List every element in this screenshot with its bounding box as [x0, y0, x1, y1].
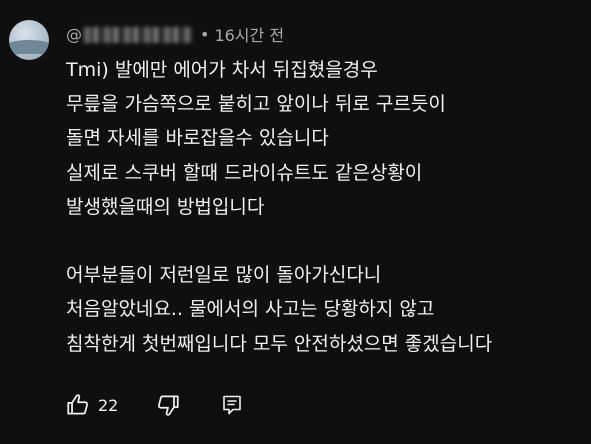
comment-line: Tmi) 발에만 에어가 차서 뒤집혔을경우 — [66, 59, 378, 81]
comment-line: 무릎을 가슴쪽으로 붙히고 앞이나 뒤로 구르듯이 — [66, 93, 446, 116]
like-count: 22 — [98, 395, 119, 415]
avatar-image — [9, 40, 49, 54]
comment-line: 처음알았네요.. 물에서의 사고는 당황하지 않고 — [66, 298, 435, 321]
dislike-button[interactable] — [152, 389, 184, 421]
comment-timestamp[interactable]: 16시간 전 — [214, 22, 284, 46]
author-handle[interactable]: @ — [66, 25, 192, 44]
author-handle-prefix: @ — [66, 24, 82, 44]
comment: @ • 16시간 전 Tmi) 발에만 에어가 차서 뒤집혔을경우 무릎을 가슴… — [0, 0, 591, 444]
separator-dot: • — [200, 24, 210, 44]
comment-line: 실제로 스쿠버 할때 드라이슈트도 같은상황이 — [66, 161, 423, 184]
comment-line: 침착한게 첫번째입니다 모두 안전하셨으면 좋겠습니다 — [66, 332, 493, 355]
thumbs-up-icon — [67, 394, 89, 415]
reply-button[interactable] — [216, 389, 248, 421]
avatar[interactable] — [9, 20, 49, 60]
comment-actions: 22 — [62, 389, 248, 421]
comment-line: 발생했을때의 방법입니다 — [66, 195, 265, 218]
comment-text: Tmi) 발에만 에어가 차서 뒤집혔을경우 무릎을 가슴쪽으로 붙히고 앞이나… — [66, 53, 586, 361]
thumbs-down-icon — [157, 395, 179, 416]
comment-header: @ • 16시간 전 — [66, 22, 284, 46]
author-handle-redacted — [84, 27, 192, 43]
like-button[interactable] — [62, 389, 94, 421]
reply-comment-icon — [223, 395, 241, 415]
comment-line: 돌면 자세를 바로잡을수 있습니다 — [66, 127, 329, 150]
comment-line-blank — [66, 224, 586, 258]
comment-line: 어부분들이 저런일로 많이 돌아가신다니 — [66, 264, 382, 287]
